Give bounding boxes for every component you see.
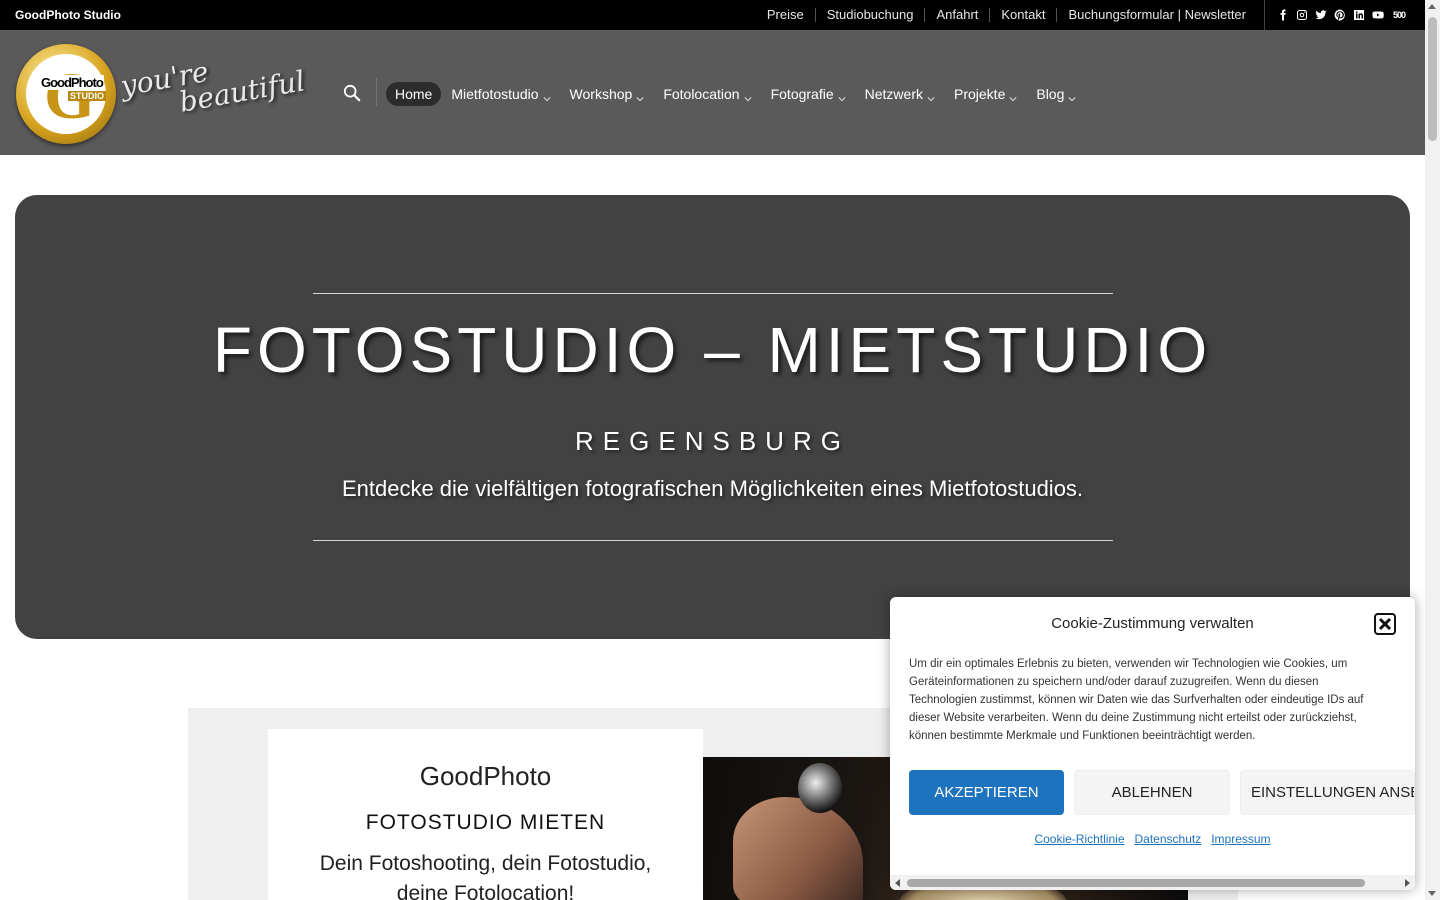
- card-description: Dein Fotoshooting, dein Fotostudio, dein…: [319, 852, 652, 900]
- nav-item-fotolocation[interactable]: Fotolocation: [654, 82, 760, 106]
- cookie-links: Cookie-Richtlinie Datenschutz Impressum: [890, 832, 1415, 846]
- nav-label: Netzwerk: [864, 86, 923, 102]
- cookie-consent-dialog: Cookie-Zustimmung verwalten Um dir ein o…: [890, 597, 1415, 890]
- top-link-preise[interactable]: Preise: [756, 8, 815, 22]
- nav-label: Projekte: [954, 86, 1006, 102]
- photo-hand: [733, 797, 863, 900]
- logo-text: GoodPhoto: [40, 75, 104, 90]
- dialog-scroll-thumb[interactable]: [907, 879, 1365, 887]
- chevron-down-icon: [1009, 90, 1017, 102]
- linkedin-icon[interactable]: [1353, 9, 1365, 21]
- dialog-horizontal-scrollbar[interactable]: [890, 875, 1415, 890]
- nav-item-workshop[interactable]: Workshop: [561, 82, 654, 106]
- scroll-down-arrow-icon[interactable]: [1428, 891, 1436, 896]
- scroll-thumb[interactable]: [1428, 17, 1437, 141]
- nav-label: Mietfotostudio: [451, 86, 539, 102]
- top-link-studiobuchung[interactable]: Studiobuchung: [814, 8, 925, 22]
- top-bar: GoodPhoto Studio Preise Studiobuchung An…: [0, 0, 1425, 30]
- accept-button[interactable]: AKZEPTIEREN: [909, 770, 1064, 815]
- instagram-icon[interactable]: [1296, 9, 1308, 21]
- youtube-icon[interactable]: [1372, 9, 1384, 21]
- nav-item-projekte[interactable]: Projekte: [945, 82, 1026, 106]
- nav-item-fotografie[interactable]: Fotografie: [762, 82, 855, 106]
- cookie-policy-link[interactable]: Cookie-Richtlinie: [1034, 832, 1124, 846]
- nav-item-netzwerk[interactable]: Netzwerk: [856, 82, 944, 106]
- scroll-up-arrow-icon[interactable]: [1428, 4, 1436, 9]
- hero-divider-bottom: [313, 540, 1113, 541]
- nav-label: Fotografie: [770, 86, 834, 102]
- cookie-text: Um dir ein optimales Erlebnis zu bieten,…: [909, 658, 1364, 742]
- nav-label: Fotolocation: [663, 86, 740, 102]
- chevron-down-icon: [744, 90, 752, 102]
- chevron-down-icon: [636, 90, 644, 102]
- hero-banner: FOTOSTUDIO – MIETSTUDIO REGENSBURG Entde…: [15, 195, 1410, 639]
- chevron-down-icon: [927, 90, 935, 102]
- privacy-link[interactable]: Datenschutz: [1135, 832, 1202, 846]
- site-brand[interactable]: GoodPhoto Studio: [15, 8, 121, 22]
- hero-description: Entdecke die vielfältigen fotografischen…: [341, 476, 1084, 501]
- hero-subtitle: REGENSBURG: [575, 426, 850, 456]
- search-icon[interactable]: [343, 84, 361, 102]
- social-links: 500: [1264, 0, 1407, 30]
- main-nav: Home Mietfotostudio Workshop Fotolocatio…: [386, 82, 1086, 106]
- tagline: you're beautiful: [118, 43, 307, 126]
- pinterest-icon[interactable]: [1334, 9, 1346, 21]
- card-brand: GoodPhoto: [419, 761, 552, 791]
- 500px-icon[interactable]: 500: [1391, 9, 1407, 21]
- nav-divider: [376, 78, 377, 106]
- nav-item-mietfotostudio[interactable]: Mietfotostudio: [442, 82, 559, 106]
- top-link-anfahrt[interactable]: Anfahrt: [924, 8, 989, 22]
- top-link-buchungsformular[interactable]: Buchungsformular | Newsletter: [1056, 8, 1257, 22]
- logo-studio-label: STUDIO: [68, 91, 107, 101]
- scroll-left-arrow-icon[interactable]: [895, 879, 900, 887]
- chevron-down-icon: [542, 90, 551, 102]
- nav-label: Blog: [1036, 86, 1065, 102]
- photo-lens: [798, 763, 842, 813]
- top-link-kontakt[interactable]: Kontakt: [989, 8, 1056, 22]
- card-title: FOTOSTUDIO MIETEN: [365, 811, 606, 834]
- imprint-link[interactable]: Impressum: [1211, 832, 1270, 846]
- hero-divider-top: [313, 293, 1113, 294]
- top-links: Preise Studiobuchung Anfahrt Kontakt Buc…: [756, 0, 1257, 30]
- deny-button[interactable]: ABLEHNEN: [1074, 770, 1230, 815]
- chevron-down-icon: [838, 90, 846, 102]
- nav-label: Workshop: [569, 86, 633, 102]
- facebook-icon[interactable]: [1277, 9, 1289, 21]
- page-scrollbar[interactable]: [1425, 0, 1440, 900]
- nav-item-home[interactable]: Home: [386, 82, 442, 106]
- chevron-down-icon: [1068, 90, 1076, 102]
- intro-card: GoodPhoto FOTOSTUDIO MIETEN Dein Fotosho…: [268, 729, 703, 900]
- hero-title: FOTOSTUDIO – MIETSTUDIO: [212, 314, 1213, 386]
- settings-button[interactable]: EINSTELLUNGEN ANSEHEN: [1240, 770, 1415, 815]
- site-logo[interactable]: G GoodPhoto STUDIO: [16, 44, 116, 144]
- nav-label: Home: [395, 86, 433, 102]
- twitter-icon[interactable]: [1315, 9, 1327, 21]
- close-icon[interactable]: [1374, 613, 1396, 635]
- nav-item-blog[interactable]: Blog: [1027, 82, 1085, 106]
- scroll-right-arrow-icon[interactable]: [1405, 879, 1410, 887]
- cookie-title: Cookie-Zustimmung verwalten: [1051, 615, 1254, 632]
- site-header: G GoodPhoto STUDIO you're beautiful Home…: [0, 30, 1425, 155]
